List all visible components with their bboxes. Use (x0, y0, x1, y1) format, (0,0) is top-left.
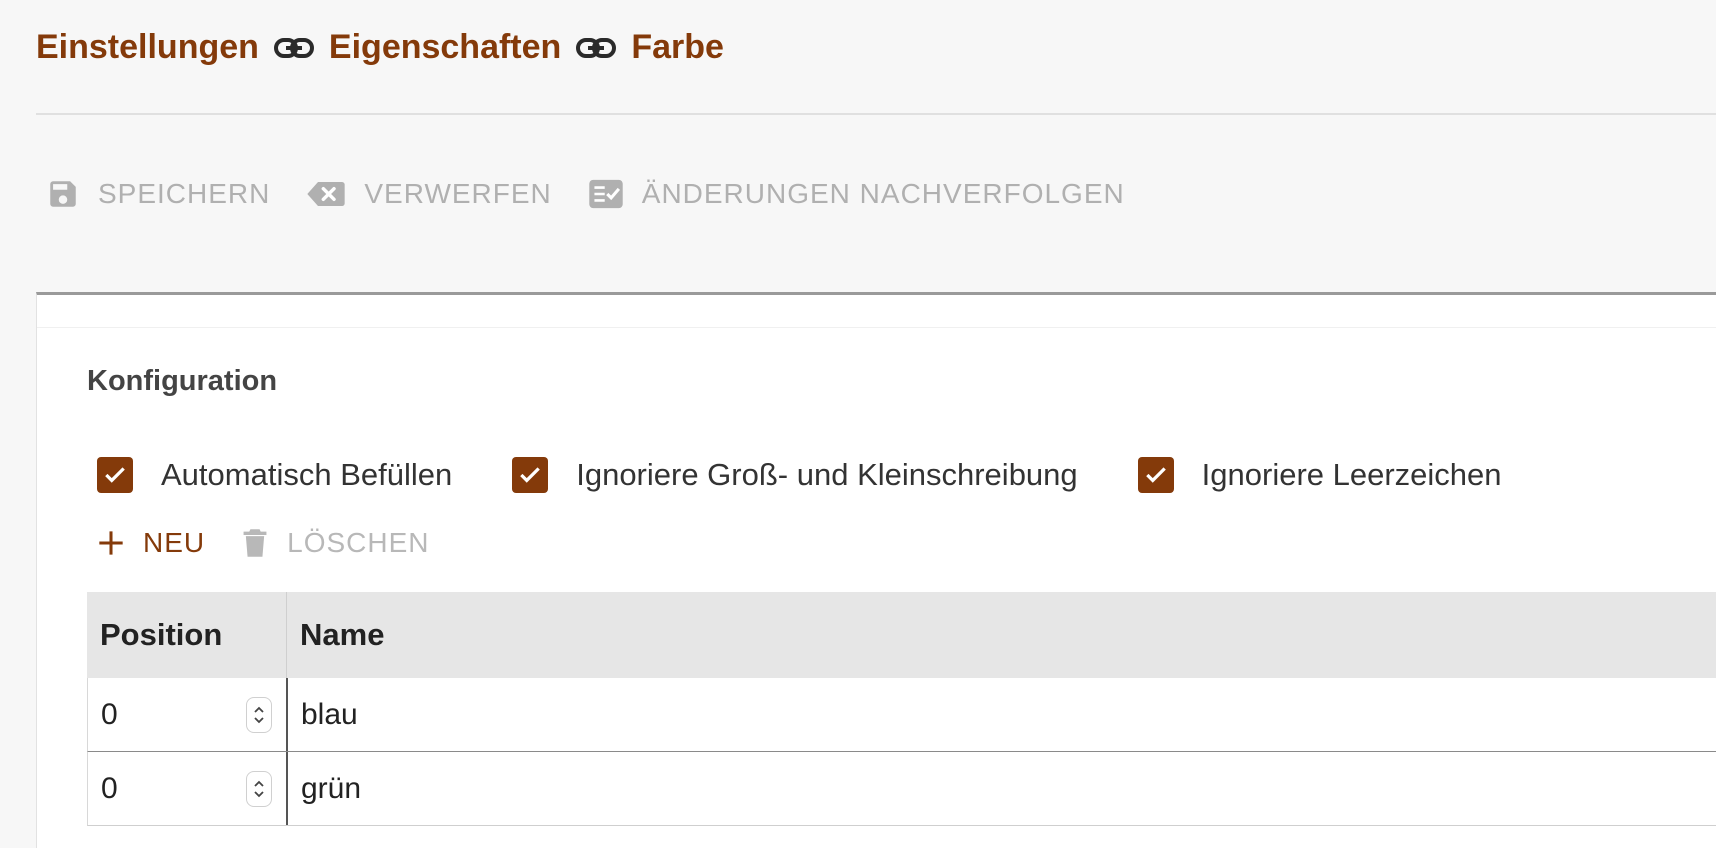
link-icon (273, 35, 315, 61)
link-icon (575, 35, 617, 61)
name-cell[interactable]: grün (288, 752, 1716, 825)
delete-label: LÖSCHEN (287, 527, 430, 558)
checkbox-label: Ignoriere Groß- und Kleinschreibung (576, 457, 1078, 492)
discard-button[interactable]: VERWERFEN (306, 178, 551, 210)
section-title: Konfiguration (87, 365, 278, 397)
breadcrumb-item-eigenschaften[interactable]: Eigenschaften (329, 28, 561, 67)
plus-icon (99, 531, 123, 555)
new-label: NEU (143, 527, 206, 558)
save-button[interactable]: SPEICHERN (46, 177, 270, 211)
column-header-name[interactable]: Name (287, 592, 1716, 678)
breadcrumb: Einstellungen Eigenschaften Farbe (36, 28, 724, 67)
trash-icon (243, 529, 267, 557)
new-button[interactable]: NEU (97, 527, 205, 559)
breadcrumb-item-farbe[interactable]: Farbe (631, 28, 724, 67)
track-changes-button[interactable]: ÄNDERUNGEN NACHVERFOLGEN (588, 178, 1125, 210)
checklist-icon (589, 179, 623, 209)
checkbox-checked-icon[interactable] (512, 457, 549, 493)
save-label: SPEICHERN (98, 178, 271, 209)
checkbox-ignore-whitespace[interactable]: Ignoriere Leerzeichen (1137, 457, 1502, 493)
position-value: 0 (101, 771, 118, 805)
stepper-icon[interactable] (246, 696, 272, 733)
floppy-disk-icon (50, 181, 76, 207)
toolbar: SPEICHERN VERWERFEN ÄNDERUNGEN NACHVERFO… (46, 172, 1161, 216)
checkbox-ignore-case[interactable]: Ignoriere Groß- und Kleinschreibung (512, 457, 1078, 493)
position-value: 0 (101, 697, 118, 731)
config-panel: Konfiguration Automatisch Befüllen Ignor… (36, 292, 1716, 848)
checkbox-checked-icon[interactable] (1137, 457, 1174, 493)
checkbox-auto-fill[interactable]: Automatisch Befüllen (97, 457, 452, 493)
table-row[interactable]: 0 blau (87, 678, 1716, 752)
track-changes-label: ÄNDERUNGEN NACHVERFOLGEN (641, 178, 1125, 209)
checkbox-label: Automatisch Befüllen (161, 457, 453, 492)
name-cell[interactable]: blau (288, 678, 1716, 751)
checkbox-checked-icon[interactable] (97, 457, 133, 493)
panel-divider (37, 327, 1716, 328)
header-divider (36, 113, 1716, 115)
data-grid: Position Name 0 blau 0 grün (87, 592, 1716, 826)
backspace-icon (307, 182, 346, 206)
column-header-position[interactable]: Position (87, 592, 287, 678)
grid-actions: NEU LÖSCHEN (97, 527, 430, 559)
position-cell[interactable]: 0 (88, 678, 288, 751)
position-cell[interactable]: 0 (88, 752, 288, 825)
grid-header: Position Name (87, 592, 1716, 678)
discard-label: VERWERFEN (364, 178, 552, 209)
table-row[interactable]: 0 grün (87, 752, 1716, 826)
delete-button[interactable]: LÖSCHEN (241, 527, 429, 559)
breadcrumb-item-einstellungen[interactable]: Einstellungen (36, 28, 259, 67)
stepper-icon[interactable] (246, 770, 272, 807)
checkbox-label: Ignoriere Leerzeichen (1201, 457, 1502, 492)
config-checkboxes: Automatisch Befüllen Ignoriere Groß- und… (97, 457, 1502, 493)
